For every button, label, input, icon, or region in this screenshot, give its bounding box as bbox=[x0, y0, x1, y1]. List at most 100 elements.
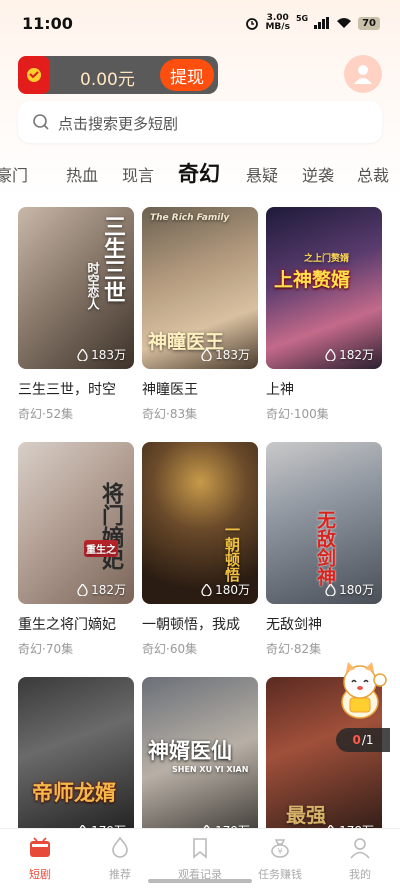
drama-episodes: 52集 bbox=[45, 407, 74, 421]
nav-item-tasks[interactable]: ¥ 任务赚钱 bbox=[240, 837, 320, 882]
drama-meta: 奇幻·100集 bbox=[266, 407, 329, 421]
drama-poster[interactable]: The Rich Family 神瞳医王 183万 bbox=[142, 207, 258, 369]
view-count-value: 183万 bbox=[215, 348, 250, 362]
drama-poster[interactable]: 之上门赘婿 上神赘婿 182万 bbox=[266, 207, 382, 369]
wifi-icon bbox=[337, 18, 352, 28]
tab-zongcai[interactable]: 总裁 bbox=[357, 162, 389, 186]
drama-title[interactable]: 一朝顿悟，我成 bbox=[142, 614, 258, 634]
drama-poster[interactable]: 帝师龙婿 179万 bbox=[18, 677, 134, 839]
flame-icon bbox=[201, 348, 212, 361]
view-count: 182万 bbox=[325, 346, 374, 363]
view-count: 183万 bbox=[77, 346, 126, 363]
tv-icon bbox=[30, 837, 50, 857]
drama-title[interactable]: 三生三世，时空 bbox=[18, 379, 134, 399]
drama-poster[interactable]: 三生三世 时空恋人 183万 bbox=[18, 207, 134, 369]
flame-icon bbox=[77, 583, 88, 596]
drama-poster[interactable]: 将门嫡妃 重生之 182万 bbox=[18, 442, 134, 604]
tab-xuanyi[interactable]: 悬疑 bbox=[246, 162, 278, 186]
wallet-balance[interactable]: 0.00元 提现 bbox=[18, 56, 218, 94]
svg-text:¥: ¥ bbox=[277, 847, 282, 856]
drama-episodes: 83集 bbox=[169, 407, 198, 421]
person-icon bbox=[350, 838, 370, 859]
drama-genre: 奇幻 bbox=[266, 642, 291, 656]
drama-poster[interactable]: 无敌剑神 180万 bbox=[266, 442, 382, 604]
drama-meta: 奇幻·60集 bbox=[142, 642, 198, 656]
signal-icon bbox=[314, 17, 330, 29]
red-envelope-icon bbox=[18, 56, 50, 94]
status-time: 11:00 bbox=[22, 14, 73, 33]
view-count: 180万 bbox=[201, 581, 250, 598]
wallet-amount: 0.00元 bbox=[80, 70, 135, 90]
search-input[interactable]: 点击搜索更多短剧 bbox=[18, 101, 382, 143]
search-icon bbox=[33, 114, 49, 130]
lucky-cat-reward-icon[interactable] bbox=[330, 658, 394, 722]
tab-rexue[interactable]: 热血 bbox=[66, 162, 98, 186]
network-type: 5G bbox=[295, 14, 309, 23]
net-speed-unit: MB/s bbox=[265, 22, 290, 32]
flame-icon bbox=[325, 348, 336, 361]
poster-subtitle-art: 重生之 bbox=[84, 540, 118, 557]
avatar[interactable] bbox=[344, 55, 382, 93]
nav-item-recommend[interactable]: 推荐 bbox=[80, 836, 160, 882]
drama-genre: 奇幻 bbox=[142, 407, 167, 421]
poster-subtitle-art: 之上门赘婿 bbox=[304, 254, 350, 264]
flame-icon bbox=[112, 836, 128, 858]
drama-poster[interactable]: 一朝顿悟 180万 bbox=[142, 442, 258, 604]
nav-label: 短剧 bbox=[29, 868, 51, 881]
poster-subtitle-art: The Rich Family bbox=[150, 213, 230, 223]
flame-icon bbox=[325, 583, 336, 596]
drama-title[interactable]: 上神 bbox=[266, 379, 382, 399]
person-icon bbox=[354, 65, 372, 84]
tab-haomen[interactable]: 豪门 bbox=[0, 162, 28, 186]
tab-qihuan[interactable]: 奇幻 bbox=[178, 158, 220, 188]
status-bar: 11:00 3.00 MB/s 5G 70 bbox=[0, 0, 400, 48]
drama-episodes: 100集 bbox=[293, 407, 329, 421]
coin-bag-icon: ¥ bbox=[271, 839, 289, 858]
net-speed: 3.00 MB/s bbox=[265, 14, 289, 32]
drama-title[interactable]: 重生之将门嫡妃 bbox=[18, 614, 134, 634]
tab-xianyan[interactable]: 现言 bbox=[122, 162, 154, 186]
pager-indicator: 0/1 bbox=[336, 728, 390, 752]
battery-icon: 70 bbox=[358, 16, 380, 30]
view-count-value: 180万 bbox=[215, 583, 250, 597]
drama-meta: 奇幻·83集 bbox=[142, 407, 198, 421]
withdraw-button[interactable]: 提现 bbox=[160, 59, 214, 91]
view-count: 180万 bbox=[325, 581, 374, 598]
search-placeholder: 点击搜索更多短剧 bbox=[58, 115, 179, 133]
drama-genre: 奇幻 bbox=[18, 642, 43, 656]
drama-meta: 奇幻·70集 bbox=[18, 642, 74, 656]
flame-icon bbox=[201, 583, 212, 596]
nav-item-profile[interactable]: 我的 bbox=[320, 837, 400, 882]
drama-meta: 奇幻·52集 bbox=[18, 407, 74, 421]
poster-title-art: 无敌剑神 bbox=[314, 510, 336, 586]
nav-label: 任务赚钱 bbox=[258, 868, 302, 881]
view-count-value: 180万 bbox=[339, 583, 374, 597]
drama-meta: 奇幻·82集 bbox=[266, 642, 322, 656]
view-count-value: 183万 bbox=[91, 348, 126, 362]
nav-item-shorts[interactable]: 短剧 bbox=[0, 837, 80, 882]
alarm-icon bbox=[246, 18, 259, 30]
drama-title[interactable]: 无敌剑神 bbox=[266, 614, 382, 634]
drama-title[interactable]: 神瞳医王 bbox=[142, 379, 258, 399]
drama-episodes: 70集 bbox=[45, 642, 74, 656]
drama-genre: 奇幻 bbox=[266, 407, 291, 421]
poster-title-art: 神婿医仙 bbox=[148, 739, 232, 763]
view-count-value: 182万 bbox=[339, 348, 374, 362]
flame-icon bbox=[77, 348, 88, 361]
drama-episodes: 82集 bbox=[293, 642, 322, 656]
view-count: 182万 bbox=[77, 581, 126, 598]
drama-genre: 奇幻 bbox=[142, 642, 167, 656]
drama-episodes: 60集 bbox=[169, 642, 198, 656]
view-count-value: 182万 bbox=[91, 583, 126, 597]
genre-tabs: 豪门 热血 现言 奇幻 悬疑 逆袭 总裁 bbox=[0, 152, 400, 192]
pager-current: 0 bbox=[352, 733, 361, 747]
drama-poster[interactable]: 神婿医仙 SHEN XU YI XIAN 179万 bbox=[142, 677, 258, 839]
poster-subtitle-art: 时空恋人 bbox=[86, 262, 100, 310]
poster-title-art: 一朝顿悟 bbox=[223, 522, 241, 582]
home-indicator[interactable] bbox=[148, 879, 252, 883]
tab-nixi[interactable]: 逆袭 bbox=[302, 162, 334, 186]
nav-item-history[interactable]: 观看记录 bbox=[160, 837, 240, 882]
status-icons: 3.00 MB/s 5G 70 bbox=[245, 14, 380, 32]
poster-subtitle-art: SHEN XU YI XIAN bbox=[172, 765, 249, 774]
poster-title-art: 最强 bbox=[286, 803, 326, 827]
